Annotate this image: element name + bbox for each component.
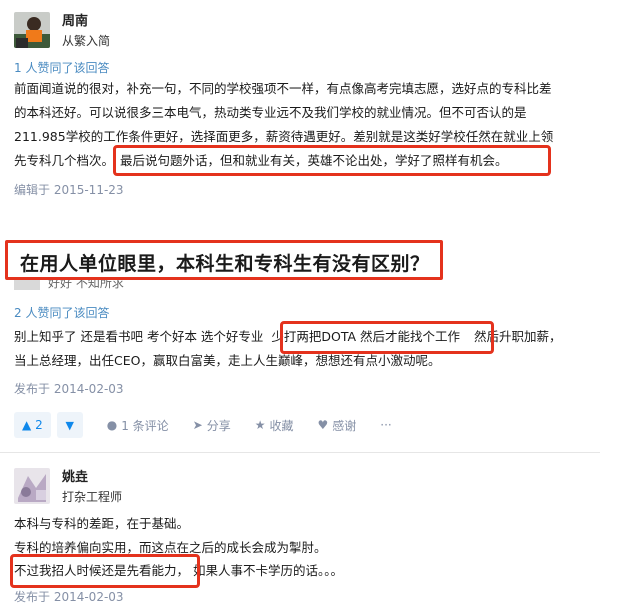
line-prefix: 别上知乎了 还是看书吧 考个好本 选个好专业: [14, 329, 264, 344]
avatar-yaoyao[interactable]: [14, 468, 50, 504]
upvote-count: 2: [35, 418, 43, 432]
collect-button[interactable]: ★ 收藏: [255, 417, 294, 434]
downvote-button[interactable]: ▼: [56, 412, 83, 438]
cropped-avatar-icon: [14, 280, 40, 290]
heart-icon: ♥: [317, 418, 329, 432]
line-suffix: 如果人事不卡学历的话。。。: [193, 563, 344, 578]
publish-date[interactable]: 发布于 2014-02-03: [14, 380, 124, 397]
answer-toolbar: ▲ 2 ▼ ● 1 条评论 ➤ 分享 ★ 收藏 ♥ 感谢 ···: [14, 412, 392, 438]
more-button[interactable]: ···: [380, 418, 391, 432]
arrow-up-icon: ▲: [22, 418, 32, 432]
collect-label: 收藏: [269, 418, 294, 433]
thanks-button[interactable]: ♥ 感谢: [318, 417, 357, 434]
publish-date[interactable]: 发布于 2014-02-03: [14, 588, 124, 605]
edit-date[interactable]: 编辑于 2015-11-23: [14, 181, 124, 198]
question-title[interactable]: 在用人单位眼里，本科生和专科生有没有区别？: [20, 249, 430, 276]
thanks-label: 感谢: [332, 418, 357, 433]
comment-button[interactable]: ● 1 条评论: [107, 417, 169, 434]
answer-divider: [0, 452, 600, 453]
answer-line: 先专科几个档次。: [14, 153, 115, 168]
author-name[interactable]: 姚垚: [62, 466, 88, 485]
answer-line: 的本科还好。可以说很多三本电气，热动类专业远不及我们学校的就业情况。但不可否认的…: [14, 105, 527, 120]
share-label: 分享: [206, 418, 231, 433]
author-bio: 打杂工程师: [62, 490, 123, 504]
share-icon: ➤: [192, 418, 203, 432]
vote-summary[interactable]: 2 人赞同了该回答: [14, 304, 109, 321]
partial-author-line: 好好 不知所求: [14, 280, 124, 290]
highlight-box: [113, 145, 551, 176]
vote-summary[interactable]: 1 人赞同了该回答: [14, 59, 109, 76]
author-name[interactable]: 周南: [62, 10, 88, 29]
question-title-box: 在用人单位眼里，本科生和专科生有没有区别？: [5, 240, 443, 280]
upvote-button[interactable]: ▲ 2: [14, 412, 51, 438]
highlight-box: [10, 554, 200, 588]
author-bio: 从繁入简: [62, 34, 111, 48]
comment-icon: ●: [106, 418, 118, 432]
comment-label: 1 条评论: [121, 418, 169, 433]
star-icon: ★: [254, 418, 266, 432]
share-button[interactable]: ➤ 分享: [193, 417, 231, 434]
more-icon: ···: [380, 418, 392, 432]
avatar-zhounan[interactable]: [14, 12, 50, 48]
arrow-down-icon: ▼: [65, 418, 74, 432]
answer-line: 本科与专科的差距，在于基础。: [14, 516, 190, 531]
partial-author: 好好 不知所求: [48, 280, 124, 290]
answer-line: 当上总经理，出任CEO，赢取白富美，走上人生巅峰，想想还有点小激动呢。: [14, 353, 441, 368]
answer-line: 前面闻道说的很对，补充一句，不同的学校强项不一样，有点像高考完填志愿，选好点的专…: [14, 81, 552, 96]
